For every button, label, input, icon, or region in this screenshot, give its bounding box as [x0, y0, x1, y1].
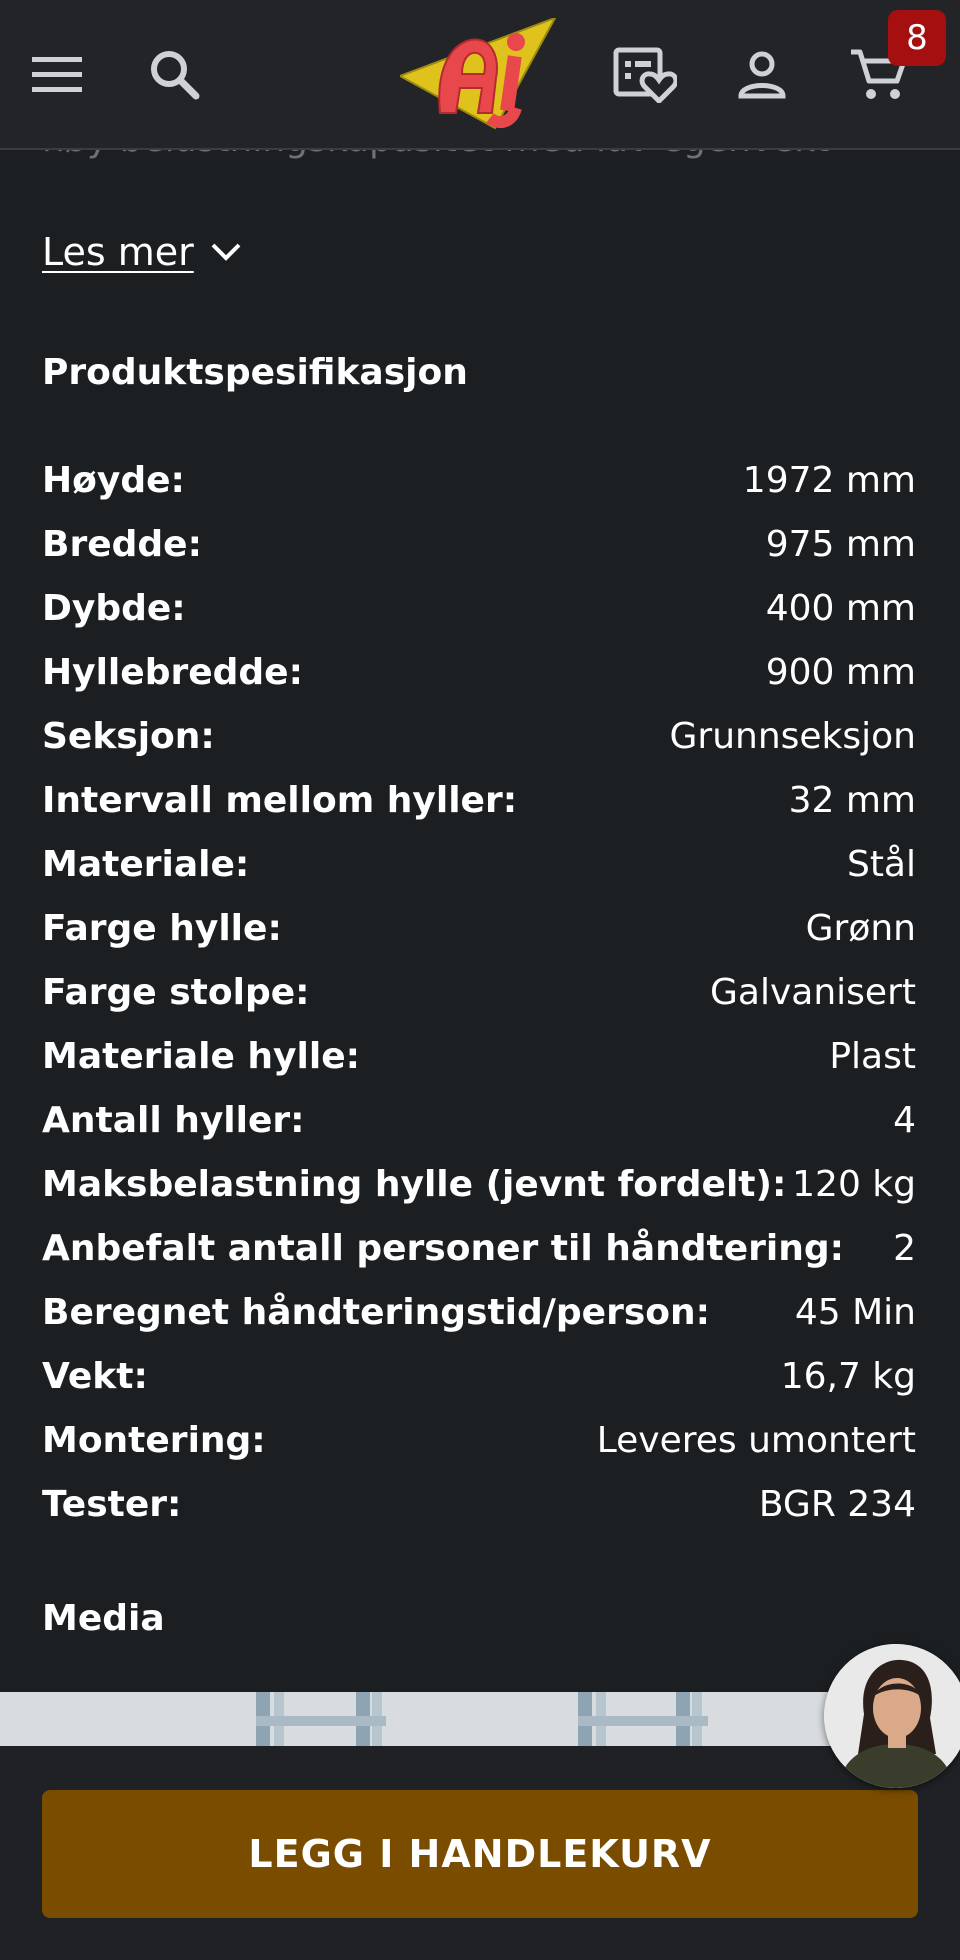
spec-label: Høyde: — [42, 459, 185, 501]
spec-value: 45 Min — [794, 1291, 916, 1333]
spec-label: Anbefalt antall personer til håndtering: — [42, 1227, 845, 1269]
spec-label: Tester: — [42, 1483, 182, 1525]
spec-label: Maksbelastning hylle (jevnt fordelt): — [42, 1163, 787, 1205]
spec-row: Høyde: 1972 mm — [42, 448, 916, 512]
spec-label: Materiale: — [42, 843, 250, 885]
spec-value: Grønn — [805, 907, 916, 949]
read-more-link[interactable]: Les mer — [42, 226, 242, 278]
product-page: 8 høy belastningskapasitet med lav egenv… — [0, 0, 960, 1960]
add-to-cart-button[interactable]: LEGG I HANDLEKURV — [42, 1790, 918, 1918]
spec-value: Leveres umontert — [596, 1419, 916, 1461]
wishlist-button[interactable] — [605, 35, 685, 115]
spec-label: Seksjon: — [42, 715, 215, 757]
spec-value: 400 mm — [765, 587, 916, 629]
spec-label: Hyllebredde: — [42, 651, 303, 693]
chevron-down-icon — [211, 243, 241, 261]
cart-count-badge: 8 — [888, 10, 946, 66]
spec-label: Montering: — [42, 1419, 266, 1461]
spec-label: Farge stolpe: — [42, 971, 310, 1013]
spec-value: 2 — [893, 1227, 916, 1269]
spec-label: Dybde: — [42, 587, 186, 629]
spec-row: Tester: BGR 234 — [42, 1472, 916, 1536]
wishlist-heart-icon — [613, 47, 677, 103]
spec-value: Galvanisert — [710, 971, 916, 1013]
spec-value: 975 mm — [765, 523, 916, 565]
spec-row: Farge hylle: Grønn — [42, 896, 916, 960]
spec-value: 120 kg — [792, 1163, 916, 1205]
spec-row: Farge stolpe: Galvanisert — [42, 960, 916, 1024]
menu-button[interactable] — [18, 35, 98, 115]
spec-value: 16,7 kg — [780, 1355, 916, 1397]
read-more-label: Les mer — [42, 230, 194, 274]
spec-row: Intervall mellom hyller: 32 mm — [42, 768, 916, 832]
spec-label: Intervall mellom hyller: — [42, 779, 518, 821]
account-icon — [738, 51, 786, 99]
spec-value: 1972 mm — [742, 459, 916, 501]
hamburger-menu-icon — [32, 57, 82, 92]
spec-row: Materiale: Stål — [42, 832, 916, 896]
spec-label: Bredde: — [42, 523, 202, 565]
top-header: 8 — [0, 0, 960, 150]
spec-value: Stål — [846, 843, 916, 885]
spec-row: Montering: Leveres umontert — [42, 1408, 916, 1472]
spec-value: BGR 234 — [758, 1483, 916, 1525]
spec-list: Høyde: 1972 mm Bredde: 975 mm Dybde: 400 mm Hy… — [42, 448, 916, 1536]
spec-label: Vekt: — [42, 1355, 148, 1397]
spec-row: Antall hyller: 4 — [42, 1088, 916, 1152]
account-button[interactable] — [722, 35, 802, 115]
search-button[interactable] — [135, 35, 215, 115]
spec-value: 900 mm — [765, 651, 916, 693]
spec-row: Anbefalt antall personer til håndtering:… — [42, 1216, 916, 1280]
spec-row: Materiale hylle: Plast — [42, 1024, 916, 1088]
spec-label: Farge hylle: — [42, 907, 282, 949]
spec-value: Plast — [829, 1035, 916, 1077]
chat-support-avatar[interactable] — [824, 1644, 960, 1788]
spec-value: 32 mm — [788, 779, 916, 821]
spec-label: Materiale hylle: — [42, 1035, 361, 1077]
spec-section-title: Produktspesifikasjon — [42, 352, 468, 393]
spec-label: Beregnet håndteringstid/person: — [42, 1291, 711, 1333]
bottom-action-bar: LEGG I HANDLEKURV — [0, 1746, 960, 1960]
media-image[interactable] — [0, 1692, 960, 1746]
spec-row: Vekt: 16,7 kg — [42, 1344, 916, 1408]
spec-row: Dybde: 400 mm — [42, 576, 916, 640]
spec-row: Bredde: 975 mm — [42, 512, 916, 576]
spec-value: Grunnseksjon — [669, 715, 917, 757]
spec-row: Maksbelastning hylle (jevnt fordelt): 120… — [42, 1152, 916, 1216]
spec-label: Antall hyller: — [42, 1099, 305, 1141]
aj-logo[interactable] — [397, 16, 560, 133]
media-section-title: Media — [42, 1598, 165, 1639]
spec-row: Seksjon: Grunnseksjon — [42, 704, 916, 768]
search-icon — [151, 51, 200, 100]
spec-row: Hyllebredde: 900 mm — [42, 640, 916, 704]
spec-value: 4 — [893, 1099, 916, 1141]
spec-row: Beregnet håndteringstid/person: 45 Min — [42, 1280, 916, 1344]
